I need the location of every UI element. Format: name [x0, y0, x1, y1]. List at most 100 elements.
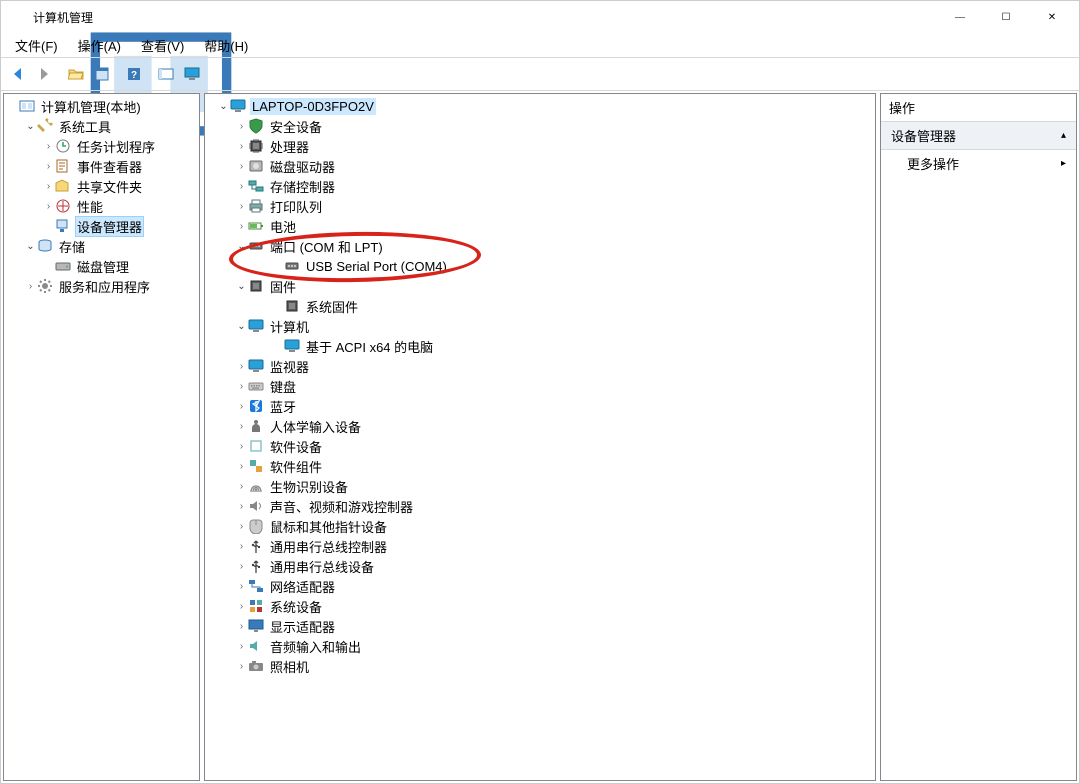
dm-item[interactable]: ›电池	[235, 216, 875, 236]
dm-root[interactable]: ⌄ LAPTOP-0D3FPO2V	[217, 96, 875, 116]
dm-item[interactable]: ›音频输入和输出	[235, 636, 875, 656]
tree-label: 共享文件夹	[75, 176, 144, 197]
menu-action[interactable]: 操作(A)	[68, 34, 131, 57]
tree-services-apps[interactable]: › 服务和应用程序	[24, 276, 199, 296]
dm-item[interactable]: ›监视器	[235, 356, 875, 376]
audio-icon	[248, 638, 264, 654]
dm-category[interactable]: ⌄ 计算机	[235, 316, 875, 336]
window-buttons: — ☐ ✕	[937, 1, 1075, 33]
dm-item[interactable]: ›照相机	[235, 656, 875, 676]
menu-help[interactable]: 帮助(H)	[194, 34, 258, 57]
dm-item[interactable]: ›安全设备	[235, 116, 875, 136]
chevron-right-icon: ›	[235, 521, 248, 532]
minimize-button[interactable]: —	[937, 1, 983, 33]
storagectl-icon	[248, 178, 264, 194]
tree-root-computer-management[interactable]: 计算机管理(本地)	[6, 96, 199, 116]
tree-device-manager[interactable]: 设备管理器	[42, 216, 199, 236]
firmware-icon	[248, 278, 264, 294]
tree-label: USB Serial Port (COM4)	[304, 258, 449, 275]
dm-item[interactable]: ›磁盘驱动器	[235, 156, 875, 176]
monitor-icon	[284, 338, 300, 354]
toolbar-forward[interactable]	[32, 62, 56, 86]
keyboard-icon	[248, 378, 264, 394]
toolbar-monitor[interactable]	[180, 62, 204, 86]
mouse-icon	[248, 518, 264, 534]
app-window: 计算机管理 — ☐ ✕ 文件(F) 操作(A) 查看(V) 帮助(H)	[0, 0, 1080, 784]
toolbar-back[interactable]	[6, 62, 30, 86]
chevron-right-icon: ›	[42, 161, 55, 172]
dm-item[interactable]: ›键盘	[235, 376, 875, 396]
result-pane: ⌄ LAPTOP-0D3FPO2V ›安全设备›处理器›磁盘驱动器›存储控制器›…	[204, 93, 876, 781]
dm-item[interactable]: ›处理器	[235, 136, 875, 156]
computer-icon	[248, 318, 264, 334]
tree-label: 照相机	[268, 656, 311, 677]
toolbar-console[interactable]	[154, 62, 178, 86]
dm-item[interactable]: › 软件组件	[235, 456, 875, 476]
dm-item[interactable]: ›蓝牙	[235, 396, 875, 416]
chevron-right-icon: ›	[235, 641, 248, 652]
chevron-right-icon: ›	[235, 461, 248, 472]
tree-label: LAPTOP-0D3FPO2V	[250, 98, 376, 115]
folder-icon	[55, 178, 71, 194]
tree-label: 通用串行总线设备	[268, 556, 376, 577]
biometric-icon	[248, 478, 264, 494]
tree-task-scheduler[interactable]: ›任务计划程序	[42, 136, 199, 156]
tree-shared-folders[interactable]: ›共享文件夹	[42, 176, 199, 196]
dm-category[interactable]: ⌄固件	[235, 276, 875, 296]
menu-view[interactable]: 查看(V)	[131, 34, 194, 57]
dm-item[interactable]: ›显示适配器	[235, 616, 875, 636]
monitor-icon	[248, 358, 264, 374]
tree-disk-management[interactable]: 磁盘管理	[42, 256, 199, 276]
scope-pane: 计算机管理(本地) ⌄ 系统工具 ›任务计划程序 › 事件查看器	[3, 93, 200, 781]
dm-item[interactable]: ›软件设备	[235, 436, 875, 456]
tree-label: 事件查看器	[75, 156, 144, 177]
tree-label: 计算机	[268, 316, 311, 337]
dm-item[interactable]: USB Serial Port (COM4)	[253, 256, 875, 276]
dm-item[interactable]: ›声音、视频和游戏控制器	[235, 496, 875, 516]
dm-category[interactable]: ⌄端口 (COM 和 LPT)	[235, 236, 875, 256]
maximize-button[interactable]: ☐	[983, 1, 1029, 33]
tree-system-tools[interactable]: ⌄ 系统工具	[24, 116, 199, 136]
tree-label: 人体学输入设备	[268, 416, 363, 437]
dm-item[interactable]: › 通用串行总线设备	[235, 556, 875, 576]
tree-label: 任务计划程序	[75, 136, 157, 157]
dm-item[interactable]: ›系统设备	[235, 596, 875, 616]
chevron-down-icon: ⌄	[235, 321, 248, 332]
chevron-down-icon: ⌄	[217, 101, 230, 112]
dm-item[interactable]: ›网络适配器	[235, 576, 875, 596]
menu-file[interactable]: 文件(F)	[5, 34, 68, 57]
toolbar-open[interactable]	[64, 62, 88, 86]
dm-item[interactable]: ›存储控制器	[235, 176, 875, 196]
dm-item[interactable]: › 鼠标和其他指针设备	[235, 516, 875, 536]
tree-label: 鼠标和其他指针设备	[268, 516, 389, 537]
actions-section-device-manager[interactable]: 设备管理器 ▴	[881, 122, 1076, 150]
chip-icon	[284, 298, 300, 314]
dm-item[interactable]: ›生物识别设备	[235, 476, 875, 496]
actions-more[interactable]: 更多操作 ▸	[881, 150, 1076, 177]
close-button[interactable]: ✕	[1029, 1, 1075, 33]
gear-icon	[37, 278, 53, 294]
cpu-icon	[248, 138, 264, 154]
tree-label: 系统固件	[304, 296, 360, 317]
dm-item[interactable]: 基于 ACPI x64 的电脑	[253, 336, 875, 356]
tree-event-viewer[interactable]: › 事件查看器	[42, 156, 199, 176]
chevron-down-icon: ⌄	[235, 281, 248, 292]
tree-label: 软件组件	[268, 456, 324, 477]
tree-label: 设备管理器	[75, 216, 144, 237]
menu-bar: 文件(F) 操作(A) 查看(V) 帮助(H)	[1, 33, 1079, 57]
caret-up-icon: ▴	[1061, 130, 1066, 141]
tree-performance[interactable]: ›性能	[42, 196, 199, 216]
softcomp-icon	[248, 458, 264, 474]
usb-icon	[248, 558, 264, 574]
body: 计算机管理(本地) ⌄ 系统工具 ›任务计划程序 ›事件查看器	[1, 91, 1079, 783]
chevron-right-icon: ›	[235, 561, 248, 572]
tree-label: 电池	[268, 216, 298, 237]
toolbar-properties[interactable]	[90, 62, 114, 86]
chevron-down-icon: ⌄	[24, 121, 37, 132]
dm-item[interactable]: 系统固件	[253, 296, 875, 316]
tree-storage[interactable]: ⌄ 存储	[24, 236, 199, 256]
dm-item[interactable]: ›人体学输入设备	[235, 416, 875, 436]
toolbar-help[interactable]	[122, 62, 146, 86]
dm-item[interactable]: ›打印队列	[235, 196, 875, 216]
dm-item[interactable]: ›通用串行总线控制器	[235, 536, 875, 556]
